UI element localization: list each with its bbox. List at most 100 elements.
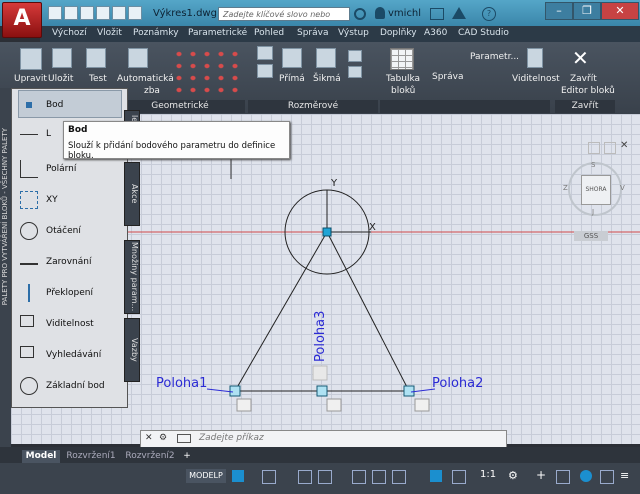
application-menu-button[interactable]: A	[2, 2, 42, 38]
automaticka-button-line2[interactable]: zba	[144, 86, 160, 96]
tab-pohled[interactable]: Pohled	[254, 28, 284, 38]
save-block-icon[interactable]	[52, 48, 72, 68]
minimize-button[interactable]: –	[545, 2, 573, 20]
tab-vlozit[interactable]: Vložit	[97, 28, 122, 38]
tabulka-button-line2[interactable]: bloků	[391, 86, 415, 96]
edit-block-icon[interactable]	[20, 48, 42, 70]
lineweight-icon[interactable]	[372, 470, 386, 484]
dim-option2-icon[interactable]	[348, 66, 362, 78]
palette-item-zakladni-bod[interactable]: Základní bod	[20, 377, 120, 395]
geometric-constraints-icons[interactable]	[172, 48, 242, 96]
grid-icon[interactable]	[232, 470, 244, 482]
open-icon[interactable]	[64, 6, 78, 20]
snap-icon[interactable]	[262, 470, 276, 484]
upravit-button[interactable]: Upravit	[14, 74, 47, 84]
new-icon[interactable]	[48, 6, 62, 20]
username[interactable]: vmichl	[388, 8, 421, 19]
polar-icon[interactable]	[318, 470, 332, 484]
workspace-gear-icon[interactable]: ⚙	[508, 469, 518, 482]
saveas-icon[interactable]	[96, 6, 110, 20]
parametr-button[interactable]: Parametr...	[470, 52, 519, 62]
hide-constraints-icon[interactable]	[257, 64, 273, 78]
palette-item-bod[interactable]: Bod	[20, 96, 120, 114]
palette-tab-vazby[interactable]: Vazby	[124, 318, 140, 382]
tab-sprava[interactable]: Správa	[297, 28, 328, 38]
tab-doplnky[interactable]: Doplňky	[380, 28, 417, 38]
zavrit-button[interactable]: Zavřít	[570, 74, 597, 84]
command-line[interactable]: ✕ ⚙ Zadejte příkaz	[140, 430, 507, 448]
transparency-icon[interactable]	[392, 470, 406, 484]
layout-tab-rozvrzeni1[interactable]: Rozvržení1	[62, 450, 120, 463]
auto-constrain-icon[interactable]	[128, 48, 148, 68]
panel-zavrit[interactable]: Zavřít	[555, 100, 615, 113]
palette-item-preklopeni[interactable]: Překlopení	[20, 284, 120, 302]
palette-item-polarni[interactable]: Polární	[20, 160, 120, 178]
viewport-max-icon[interactable]	[604, 142, 616, 154]
viewport-restore-icon[interactable]	[588, 142, 600, 154]
viditelnost-button[interactable]: Viditelnost	[512, 74, 560, 84]
cmd-settings-icon[interactable]: ⚙	[159, 433, 167, 443]
maximize-button[interactable]: ❐	[573, 2, 601, 20]
annotation-icon[interactable]	[452, 470, 466, 484]
show-constraints-icon[interactable]	[257, 46, 273, 60]
test-block-icon[interactable]	[86, 48, 106, 68]
zavrit-editor-line2[interactable]: Editor bloků	[561, 86, 615, 96]
linear-dimension-icon[interactable]	[282, 48, 302, 68]
layout-tab-rozvrzeni2[interactable]: Rozvržení2	[122, 450, 178, 463]
tab-vystup[interactable]: Výstup	[338, 28, 369, 38]
help-icon[interactable]: ?	[482, 7, 496, 21]
palette-item-xy[interactable]: XY	[20, 191, 120, 209]
tab-parametricke[interactable]: Parametrické	[188, 28, 247, 38]
panel-rozmerove[interactable]: Rozměrové	[248, 100, 378, 113]
automaticka-button[interactable]: Automatická	[117, 74, 174, 84]
panel-misc[interactable]	[380, 100, 550, 113]
tab-a360[interactable]: A360	[424, 28, 447, 38]
palette-item-otaceni[interactable]: Otáčení	[20, 222, 120, 240]
prima-button[interactable]: Přímá	[279, 74, 305, 84]
viewcube-face[interactable]: SHORA	[581, 175, 611, 205]
tab-poznamky[interactable]: Poznámky	[133, 28, 179, 38]
search-input[interactable]: Zadejte klíčové slovo nebo výraz.	[218, 7, 350, 33]
cmd-close-icon[interactable]: ✕	[145, 433, 153, 443]
tab-cad-studio[interactable]: CAD Studio	[458, 28, 509, 38]
palette-item-viditelnost[interactable]: Viditelnost	[20, 315, 120, 333]
palette-tab-akce[interactable]: Akce	[124, 162, 140, 226]
layout-tab-model[interactable]: Model	[22, 450, 60, 463]
layout-tab-add[interactable]: +	[180, 450, 194, 463]
viewcube-west[interactable]: Z	[563, 184, 568, 192]
visibility-icon[interactable]	[527, 48, 543, 68]
save-icon[interactable]	[80, 6, 94, 20]
palette-item-vyhledavani[interactable]: Vyhledávání	[20, 346, 120, 364]
block-table-icon[interactable]	[390, 48, 414, 70]
viewcube-north[interactable]: S	[591, 161, 595, 169]
palette-side-strip[interactable]: PALETY PRO VYTVÁŘENÍ BLOKŮ - VŠECHNY PAL…	[0, 88, 11, 448]
tabulka-button[interactable]: Tabulka	[386, 74, 420, 84]
viewport-close-icon[interactable]: ✕	[620, 140, 628, 151]
print-icon[interactable]	[112, 6, 126, 20]
units-icon[interactable]	[556, 470, 570, 484]
command-input[interactable]: Zadejte příkaz	[199, 433, 264, 443]
undo-icon[interactable]	[128, 6, 142, 20]
sikma-button[interactable]: Šikmá	[313, 74, 341, 84]
add-icon[interactable]: +	[536, 468, 546, 482]
ulozit-button[interactable]: Uložit	[48, 74, 73, 84]
palette-tab-mnoziny[interactable]: Množiny param...	[124, 240, 140, 314]
viewcube-south[interactable]: J	[592, 208, 594, 216]
osnap-icon[interactable]	[352, 470, 366, 484]
ortho-icon[interactable]	[298, 470, 312, 484]
tab-vychozi[interactable]: Výchozí	[52, 28, 87, 38]
search-icon[interactable]	[354, 8, 366, 20]
hardware-accel-icon[interactable]	[580, 470, 592, 482]
annotation-scale[interactable]: 1:1	[480, 469, 496, 480]
customize-icon[interactable]: ≡	[620, 469, 629, 482]
modelp-toggle[interactable]: MODELP	[186, 469, 226, 483]
sprava-button[interactable]: Správa	[432, 72, 463, 82]
isolate-icon[interactable]	[600, 470, 614, 484]
selection-cycle-icon[interactable]	[430, 470, 442, 482]
close-button[interactable]: ✕	[601, 2, 639, 20]
cart-icon[interactable]	[430, 8, 444, 20]
close-editor-icon[interactable]: ✕	[572, 46, 589, 70]
dim-option-icon[interactable]	[348, 50, 362, 62]
palette-item-zarovnani[interactable]: Zarovnání	[20, 253, 120, 271]
test-button[interactable]: Test	[89, 74, 107, 84]
